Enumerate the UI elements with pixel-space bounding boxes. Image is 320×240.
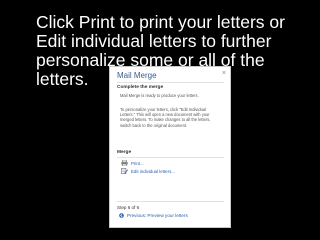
- merge-heading: Merge: [117, 150, 132, 155]
- printer-icon: [121, 159, 128, 167]
- edit-letters-icon: [121, 168, 128, 174]
- slide: Click Print to print your letters or Edi…: [0, 0, 320, 240]
- print-link[interactable]: Print...: [121, 159, 144, 167]
- back-arrow-icon: [119, 213, 124, 218]
- divider: [117, 157, 224, 158]
- close-icon[interactable]: ×: [222, 70, 226, 77]
- complete-merge-heading: Complete the merge: [117, 85, 164, 90]
- personalize-instructions: To personalize your letters, click "Edit…: [120, 107, 211, 128]
- edit-letters-link[interactable]: Edit individual letters...: [121, 168, 175, 174]
- edit-letters-label: Edit individual letters...: [131, 168, 175, 174]
- step-indicator: Step 6 of 6: [117, 205, 140, 210]
- divider: [117, 82, 224, 83]
- previous-step-link[interactable]: Previous: Preview your letters: [119, 213, 188, 218]
- divider: [117, 201, 224, 202]
- mail-merge-pane: Mail Merge × Complete the merge Mail Mer…: [109, 66, 231, 228]
- print-link-label: Print...: [131, 160, 144, 166]
- complete-merge-text: Mail Merge is ready to produce your lett…: [120, 93, 199, 98]
- pane-title: Mail Merge: [117, 71, 157, 80]
- previous-step-label: Previous: Preview your letters: [127, 213, 188, 218]
